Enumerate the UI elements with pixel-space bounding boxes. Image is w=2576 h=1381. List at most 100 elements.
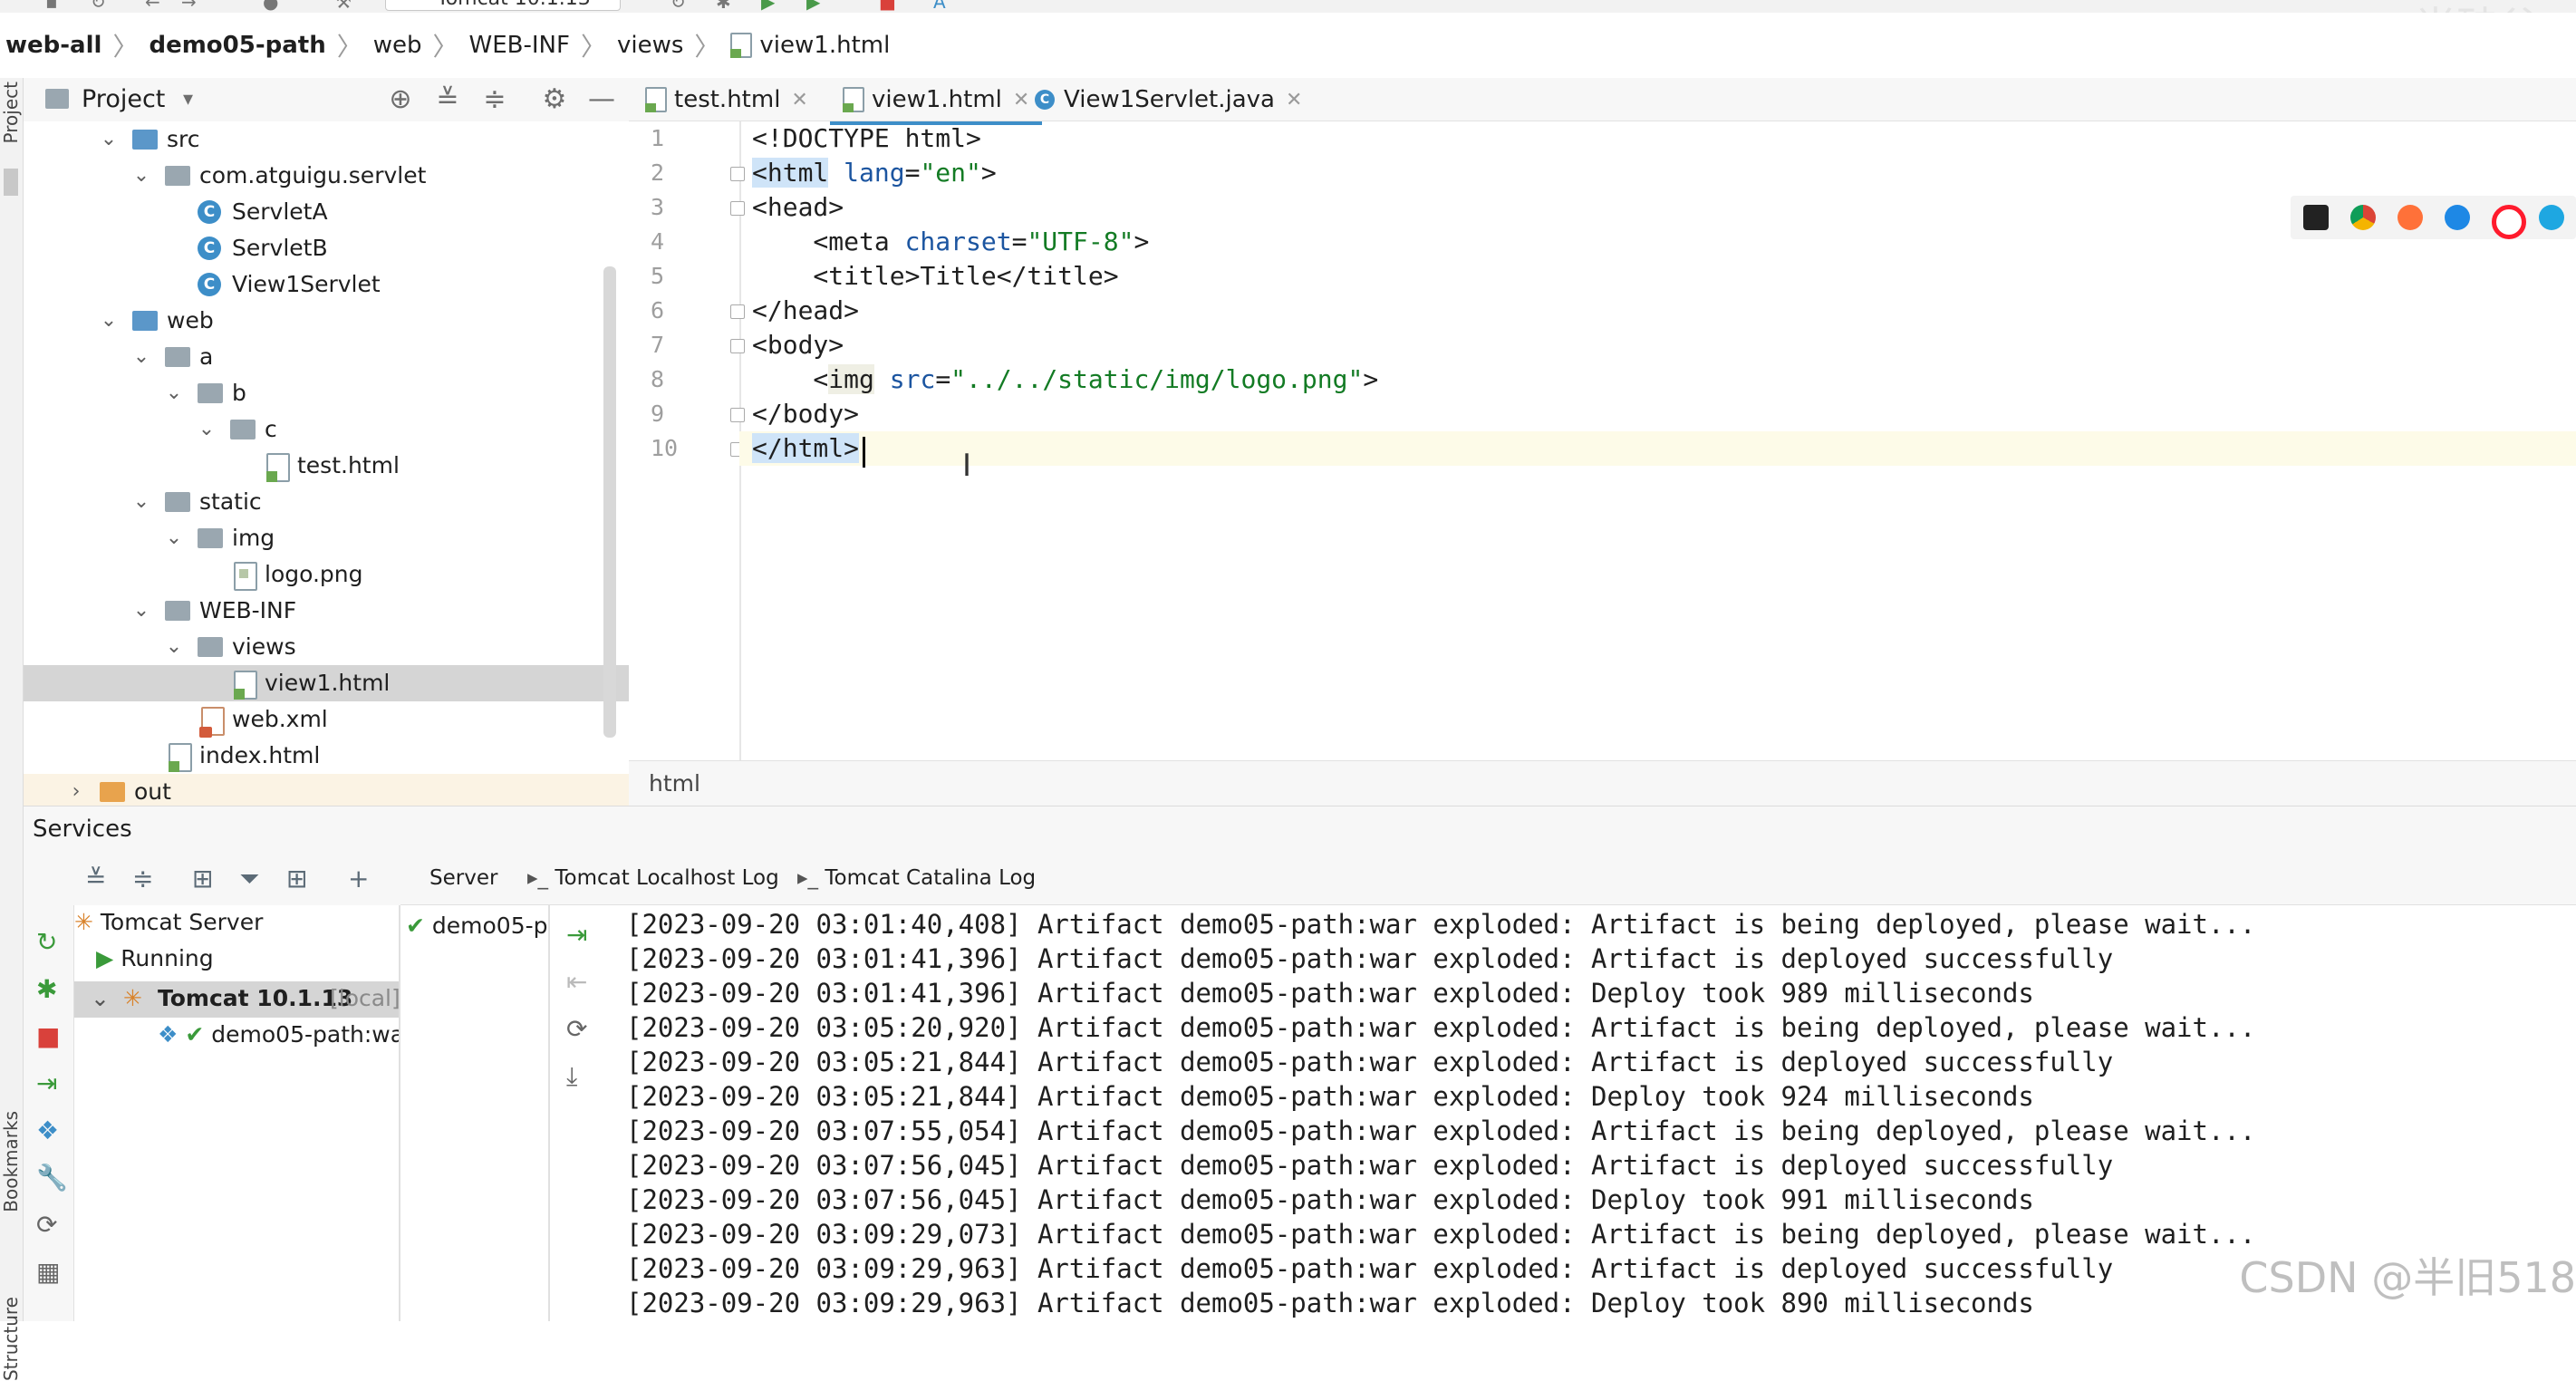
tree-item-static[interactable]: ⌄ static	[24, 484, 629, 520]
project-tool-window-button[interactable]: Project	[0, 82, 22, 143]
sync-icon[interactable]: ↻	[91, 0, 111, 13]
tree-item-out[interactable]: › out	[24, 774, 629, 810]
tree-item-view1-html[interactable]: view1.html	[24, 665, 629, 701]
chevron-down-icon[interactable]: ⌄	[194, 411, 219, 448]
refresh-icon[interactable]: ⟳	[566, 1014, 587, 1044]
chevron-down-icon[interactable]: ⌄	[129, 158, 154, 194]
tree-scrollbar[interactable]	[603, 266, 616, 738]
tab-view1servlet-java[interactable]: C View1Servlet.java ✕	[1035, 78, 1302, 121]
breadcrumb-item-views[interactable]: views	[617, 32, 683, 59]
tree-item-tomcat-server[interactable]: ✳ Tomcat Server	[74, 909, 263, 935]
save-icon[interactable]: ▪	[45, 0, 65, 13]
tab-server[interactable]: Server	[424, 851, 504, 909]
undeploy-icon[interactable]: ⇤	[566, 967, 587, 997]
project-panel-title[interactable]: Project	[82, 78, 165, 121]
tree-item-b[interactable]: ⌄ b	[24, 375, 629, 411]
tree-item-index-html[interactable]: index.html	[24, 738, 629, 774]
translate-icon[interactable]: A	[933, 0, 953, 13]
expand-all-icon[interactable]: ≚	[85, 864, 106, 893]
edge-icon[interactable]	[2539, 205, 2564, 230]
tree-item-web-inf[interactable]: ⌄ WEB-INF	[24, 593, 629, 629]
chevron-down-icon[interactable]: ⌄	[91, 985, 110, 1011]
close-icon[interactable]: ✕	[1286, 89, 1302, 111]
rerun-icon[interactable]: ↻	[671, 0, 690, 13]
chevron-down-icon[interactable]: ▾	[183, 78, 193, 121]
chevron-down-icon[interactable]: ⌄	[129, 339, 154, 375]
debug-icon[interactable]: ✱	[716, 0, 736, 13]
tree-item-package[interactable]: ⌄ com.atguigu.servlet	[24, 158, 629, 194]
tree-item-a[interactable]: ⌄ a	[24, 339, 629, 375]
run-icon[interactable]: ▶	[761, 0, 781, 13]
chevron-down-icon[interactable]: ⌄	[96, 303, 121, 339]
chevron-down-icon[interactable]: ⌄	[161, 629, 187, 665]
tree-item-servletb[interactable]: C ServletB	[24, 230, 629, 266]
deploy-icon[interactable]: ⇥	[36, 1068, 57, 1098]
gear-icon[interactable]: ⚙	[540, 78, 569, 121]
breadcrumb-item-web-inf[interactable]: WEB-INF	[469, 32, 570, 59]
new-tab-icon[interactable]: ⊞	[286, 864, 307, 893]
breadcrumb-item-module[interactable]: demo05-path	[149, 32, 325, 59]
tree-item-src[interactable]: ⌄ src	[24, 121, 629, 158]
forward-icon[interactable]: →	[181, 0, 201, 13]
close-icon[interactable]: ✕	[1013, 89, 1029, 111]
breadcrumb-item-project[interactable]: web-all	[5, 32, 101, 59]
intellij-browser-icon[interactable]	[2303, 205, 2329, 230]
firefox-icon[interactable]	[2398, 205, 2423, 230]
tab-view1-html[interactable]: view1.html ✕	[830, 78, 1043, 125]
safari-icon[interactable]	[2445, 205, 2470, 230]
build-hammer-icon[interactable]: ⚒	[335, 0, 355, 13]
tree-item-logo-png[interactable]: logo.png	[24, 556, 629, 593]
stop-icon[interactable]: ■	[879, 0, 899, 13]
chevron-down-icon[interactable]: ⌄	[96, 121, 121, 158]
tree-item-running[interactable]: ▶ Running	[96, 945, 214, 971]
rerun-icon[interactable]: ↻	[36, 927, 57, 957]
tree-item-artifact[interactable]: ❖ ✔ demo05-path:wa	[158, 1021, 399, 1048]
expand-all-icon[interactable]: ≚	[433, 78, 462, 121]
coverage-icon[interactable]: ▶	[806, 0, 826, 13]
collapse-all-icon[interactable]: ≑	[480, 78, 509, 121]
run-configuration-select[interactable]: Tomcat 10.1.13	[385, 0, 621, 11]
chevron-down-icon[interactable]: ⌄	[129, 593, 154, 629]
chevron-down-icon[interactable]: ⌄	[161, 520, 187, 556]
tree-item-tomcat-instance[interactable]: ⌄ ✳ Tomcat 10.1.13 [local]	[74, 981, 399, 1018]
user-icon[interactable]: ●	[263, 0, 283, 13]
group-by-icon[interactable]: ⊞	[192, 864, 213, 893]
tree-item-test-html[interactable]: test.html	[24, 448, 629, 484]
tree-item-c[interactable]: ⌄ c	[24, 411, 629, 448]
tree-item-web[interactable]: ⌄ web	[24, 303, 629, 339]
close-icon[interactable]: ✕	[791, 89, 807, 111]
tree-item-servleta[interactable]: C ServletA	[24, 194, 629, 230]
tree-item-view1servlet[interactable]: C View1Servlet	[24, 266, 629, 303]
tree-item-img[interactable]: ⌄ img	[24, 520, 629, 556]
deploy-icon[interactable]: ⇥	[566, 920, 587, 950]
layout-icon[interactable]: ▦	[36, 1257, 60, 1287]
filter-icon[interactable]: ⏷	[239, 864, 259, 894]
tab-test-html[interactable]: test.html ✕	[645, 78, 808, 121]
bookmarks-tool-window-button[interactable]: Bookmarks	[0, 1111, 22, 1212]
artifact-icon[interactable]: ❖	[36, 1115, 59, 1145]
download-icon[interactable]: ⤓	[566, 1061, 577, 1092]
collapse-all-icon[interactable]: ≑	[132, 864, 153, 893]
chevron-right-icon[interactable]: ›	[63, 774, 89, 810]
back-icon[interactable]: ←	[145, 0, 165, 13]
tree-item-web-xml[interactable]: web.xml	[24, 701, 629, 738]
stop-icon[interactable]: ■	[36, 1021, 60, 1051]
structure-tool-window-button[interactable]: Structure	[0, 1297, 22, 1381]
tab-tomcat-localhost-log[interactable]: ▸_ Tomcat Localhost Log	[527, 851, 779, 905]
wrench-icon[interactable]: 🔧	[36, 1163, 68, 1193]
chevron-down-icon[interactable]: ⌄	[161, 375, 187, 411]
breadcrumb-item-file[interactable]: view1.html	[759, 32, 890, 59]
tree-item-views[interactable]: ⌄ views	[24, 629, 629, 665]
breadcrumb-item-web[interactable]: web	[373, 32, 422, 59]
debug-icon[interactable]: ✱	[36, 974, 57, 1004]
hide-panel-icon[interactable]: —	[587, 78, 616, 121]
deployment-item[interactable]: ✔ demo05-p	[406, 913, 548, 939]
locate-file-icon[interactable]: ⊕	[386, 78, 415, 121]
chrome-icon[interactable]	[2350, 205, 2376, 230]
add-service-icon[interactable]: +	[348, 864, 369, 893]
opera-icon[interactable]	[2492, 205, 2526, 239]
refresh-icon[interactable]: ⟳	[36, 1210, 57, 1240]
editor-breadcrumb[interactable]: html	[629, 760, 2576, 806]
tab-tomcat-catalina-log[interactable]: ▸_ Tomcat Catalina Log	[797, 851, 1036, 905]
chevron-down-icon[interactable]: ⌄	[129, 484, 154, 520]
